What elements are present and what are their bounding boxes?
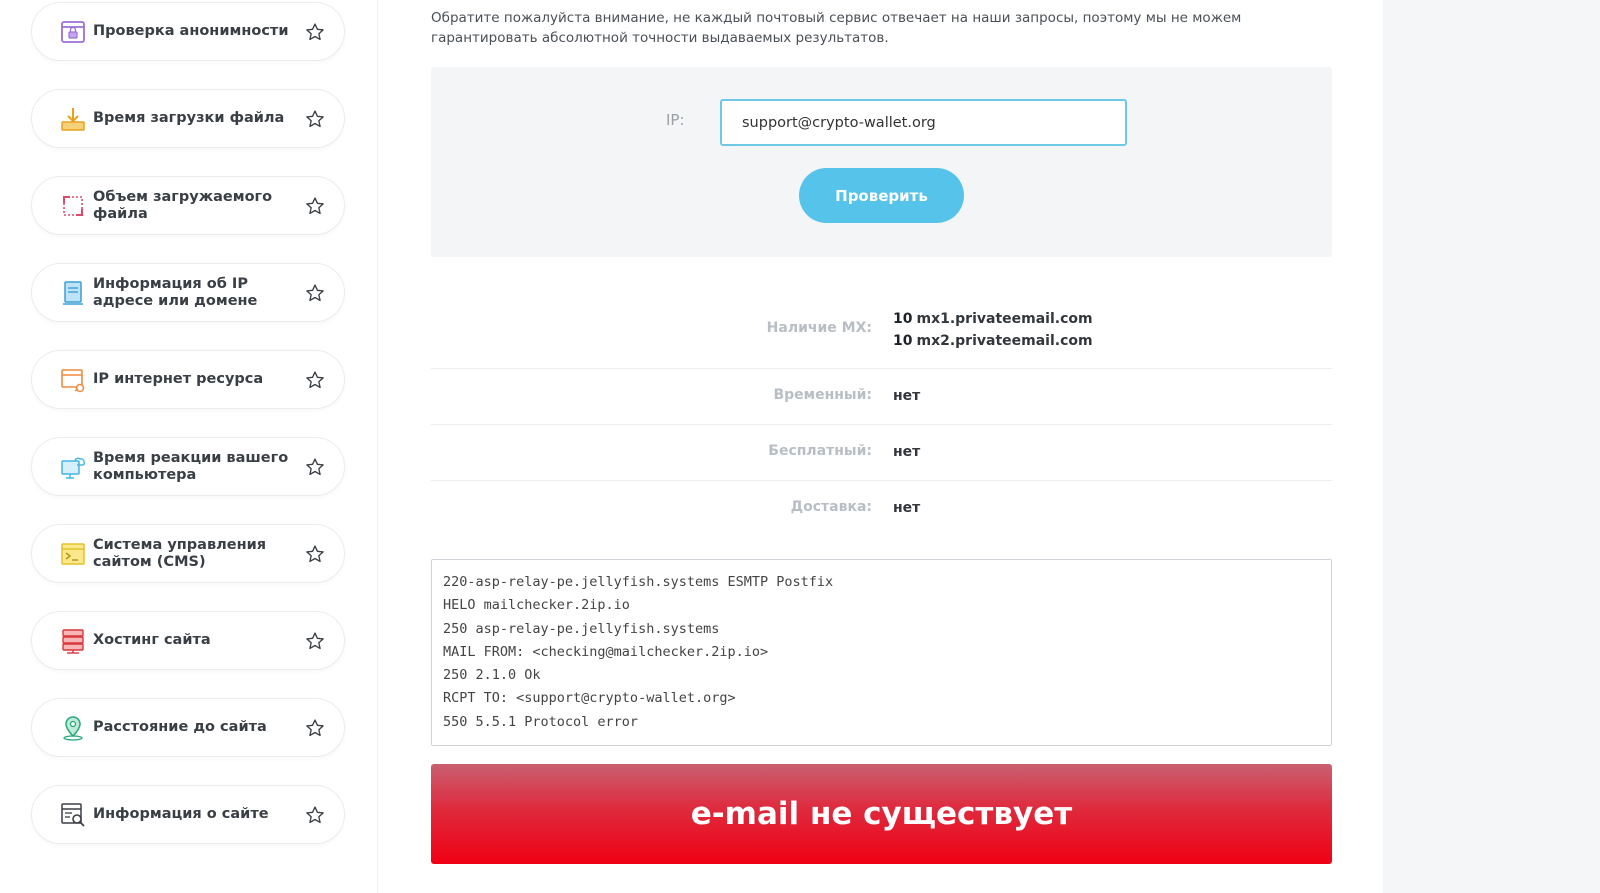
sidebar-item-label: Система управления сайтом (CMS) [93, 536, 267, 570]
result-banner: e-mail не существует [431, 764, 1332, 864]
sidebar: Проверка анонимности Время загрузки файл… [0, 0, 378, 893]
result-row-mx: Наличие MX: 10 mx1.privateemail.com 10 mx2… [431, 295, 1332, 369]
ip-label: IP: [666, 111, 685, 129]
right-panel [1383, 0, 1600, 893]
star-icon[interactable] [304, 543, 326, 565]
document-icon [59, 279, 87, 307]
result-value: нет [893, 388, 921, 404]
sidebar-item-label: Информация о сайте [93, 806, 269, 822]
sidebar-item-label: Время загрузки файла [93, 110, 285, 126]
server-icon [59, 627, 87, 655]
terminal-icon [59, 540, 87, 568]
browser-link-icon [59, 366, 87, 394]
sidebar-item-response-time[interactable]: Время реакции вашего компьютера [31, 437, 345, 496]
result-row-delivery: Доставка: нет [431, 481, 1332, 537]
result-value-mx: 10 mx1.privateemail.com 10 mx2.privateemai… [893, 308, 1093, 352]
log-line: RCPT TO: <support@crypto-wallet.org> [443, 690, 736, 707]
result-value: нет [893, 444, 921, 460]
mx-priority: 10 [893, 311, 913, 327]
star-icon[interactable] [304, 804, 326, 826]
result-value: нет [893, 500, 921, 516]
star-icon[interactable] [304, 369, 326, 391]
log-line: 220-asp-relay-pe.jellyfish.systems ESMTP… [443, 574, 834, 590]
log-line: HELO mailchecker.2ip.io [443, 597, 630, 614]
star-icon[interactable] [304, 108, 326, 130]
log-line: 550 5.5.1 Protocol error [443, 713, 639, 730]
sidebar-item-cms[interactable]: Система управления сайтом (CMS) [31, 524, 345, 583]
star-icon[interactable] [304, 282, 326, 304]
email-input[interactable] [720, 99, 1127, 146]
results-table: Наличие MX: 10 mx1.privateemail.com 10 mx2… [431, 295, 1332, 537]
log-line: 250 2.1.0 Ok [443, 667, 541, 684]
sidebar-item-label: Проверка анонимности [93, 23, 289, 39]
star-icon[interactable] [304, 21, 326, 43]
star-icon[interactable] [304, 456, 326, 478]
smtp-log[interactable]: 220-asp-relay-pe.jellyfish.systems ESMTP… [431, 559, 1332, 746]
log-line: MAIL FROM: <checking@mailchecker.2ip.io> [443, 643, 769, 660]
result-key: Наличие MX: [766, 320, 872, 336]
sidebar-item-label: IP интернет ресурса [93, 371, 264, 387]
sidebar-item-label: Расстояние до сайта [93, 719, 267, 735]
sidebar-item-distance[interactable]: Расстояние до сайта [31, 698, 345, 757]
mx-host: mx1.privateemail.com [916, 311, 1093, 327]
sidebar-item-anonymity[interactable]: Проверка анонимности [31, 2, 345, 61]
resize-icon [59, 192, 87, 220]
sidebar-item-label: Время реакции вашего компьютера [93, 449, 289, 483]
sidebar-item-resource-ip[interactable]: IP интернет ресурса [31, 350, 345, 409]
sidebar-item-ip-info[interactable]: Информация об IP адресе или домене [31, 263, 345, 322]
sidebar-item-label: Хостинг сайта [93, 632, 211, 648]
sidebar-item-site-info[interactable]: Информация о сайте [31, 785, 345, 844]
check-form: IP: Проверить [431, 67, 1332, 257]
mx-record: 10 mx2.privateemail.com [893, 330, 1093, 352]
location-pin-icon [59, 714, 87, 742]
mx-priority: 10 [893, 333, 913, 349]
result-row-temporary: Временный: нет [431, 369, 1332, 425]
site-search-icon [59, 801, 87, 829]
notice-text: Обратите пожалуйста внимание, не каждый … [431, 10, 1242, 46]
sidebar-item-download-time[interactable]: Время загрузки файла [31, 89, 345, 148]
mx-record: 10 mx1.privateemail.com [893, 308, 1093, 330]
sidebar-item-hosting[interactable]: Хостинг сайта [31, 611, 345, 670]
result-key: Доставка: [790, 499, 872, 515]
sidebar-item-label: Объем загружаемого файла [93, 188, 273, 222]
download-icon [59, 105, 87, 133]
log-line: 250 asp-relay-pe.jellyfish.systems [443, 620, 720, 637]
star-icon[interactable] [304, 195, 326, 217]
sidebar-item-file-size[interactable]: Объем загружаемого файла [31, 176, 345, 235]
star-icon[interactable] [304, 630, 326, 652]
result-key: Бесплатный: [768, 443, 872, 459]
check-button[interactable]: Проверить [799, 168, 964, 223]
result-row-free: Бесплатный: нет [431, 425, 1332, 481]
sidebar-item-label: Информация об IP адресе или домене [93, 275, 258, 309]
result-key: Временный: [773, 387, 872, 403]
mx-host: mx2.privateemail.com [916, 333, 1093, 349]
monitor-cloud-icon [59, 453, 87, 481]
lock-icon [59, 18, 87, 46]
star-icon[interactable] [304, 717, 326, 739]
